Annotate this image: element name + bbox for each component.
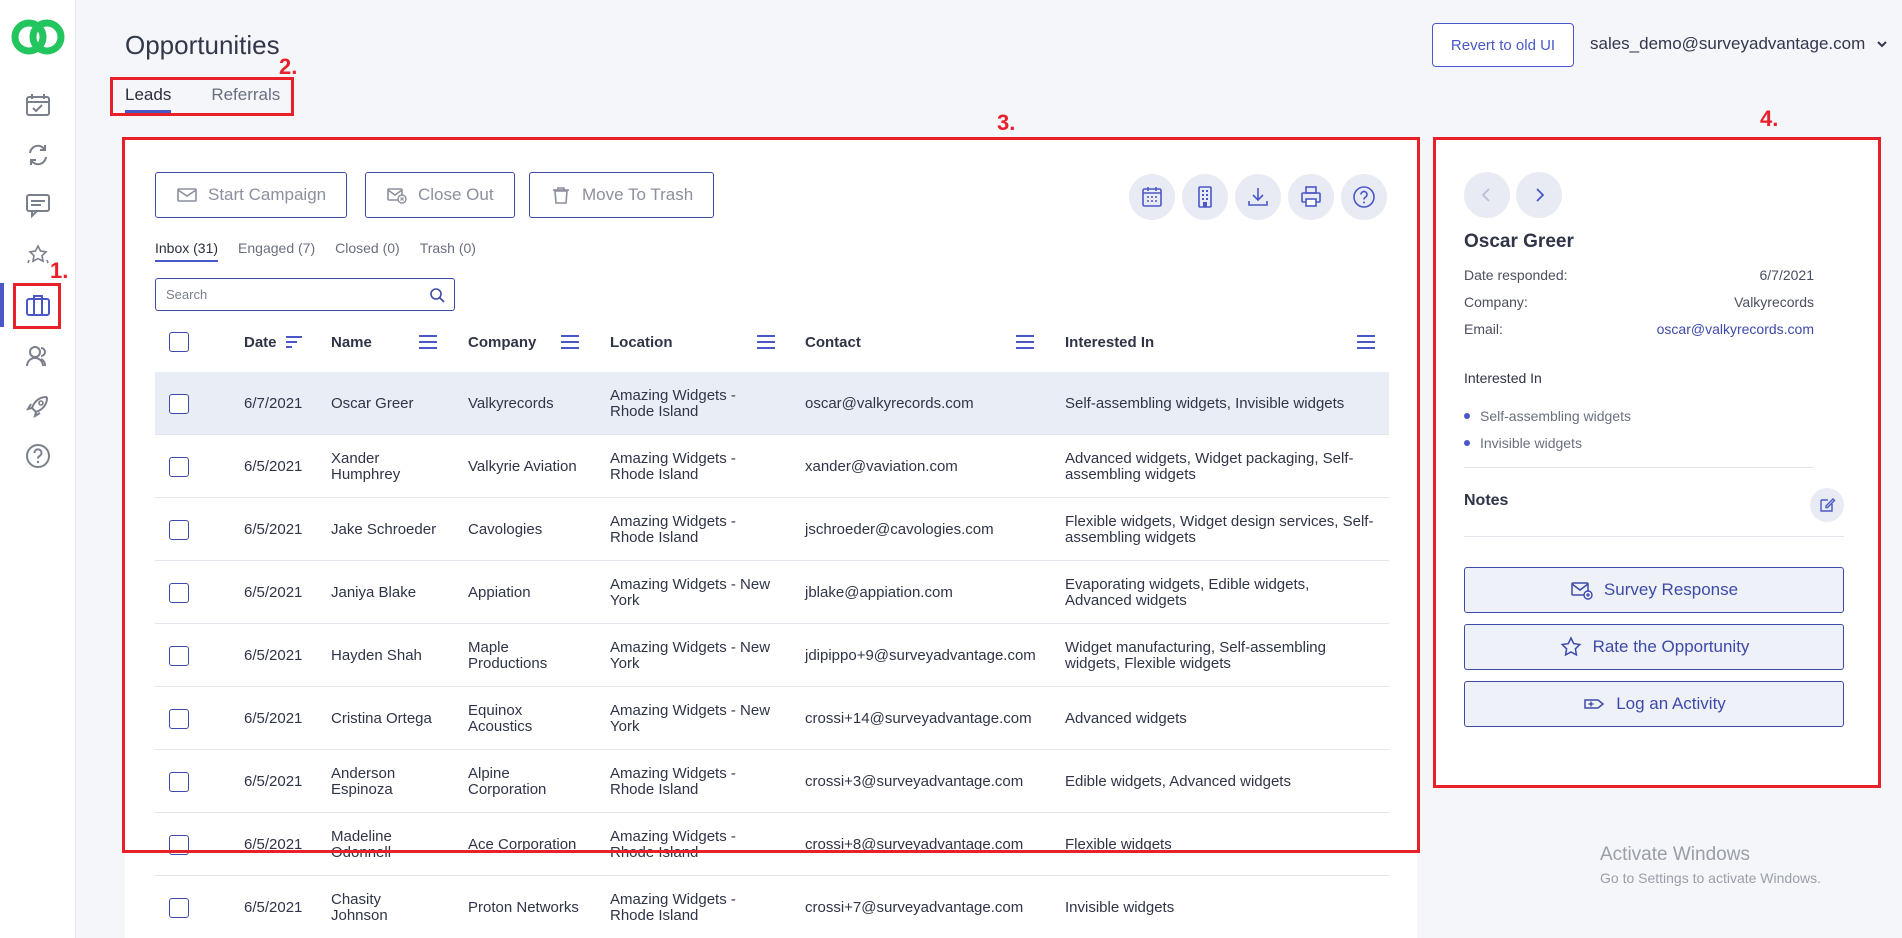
- sidebar-item-sync[interactable]: [0, 133, 76, 177]
- tab-referrals[interactable]: Referrals: [211, 85, 280, 113]
- annotation-box-3: [122, 137, 1420, 853]
- watermark-subtitle: Go to Settings to activate Windows.: [1600, 870, 1821, 886]
- annotation-label-2: 2.: [279, 54, 298, 79]
- cell-interested: Invisible widgets: [1065, 898, 1175, 916]
- cell-location: Amazing Widgets - Rhode Island: [610, 890, 736, 924]
- sidebar: [0, 0, 76, 938]
- annotation-label-3: 3.: [997, 110, 1016, 135]
- app-logo-icon[interactable]: [9, 16, 67, 58]
- rocket-icon: [25, 395, 49, 419]
- help-icon: [26, 444, 50, 468]
- row-checkbox[interactable]: [169, 897, 189, 918]
- annotation-box-4: [1433, 137, 1881, 788]
- watermark-title: Activate Windows: [1600, 844, 1750, 865]
- cell-company: Proton Networks: [468, 898, 579, 916]
- sidebar-item-help[interactable]: [0, 434, 76, 478]
- annotation-label-1: 1.: [50, 258, 69, 283]
- annotation-label-4: 4.: [1760, 106, 1779, 131]
- user-email: sales_demo@surveyadvantage.com: [1590, 34, 1866, 53]
- refresh-icon: [29, 144, 47, 166]
- cell-contact: crossi+7@surveyadvantage.com: [805, 898, 1024, 916]
- sidebar-item-launch[interactable]: [0, 384, 76, 428]
- cell-name: Chasity Johnson: [331, 890, 388, 924]
- stars-icon: [27, 244, 49, 264]
- sidebar-item-contacts[interactable]: [0, 334, 76, 378]
- calendar-check-icon: [26, 94, 50, 116]
- windows-activation-watermark: Activate Windows Go to Settings to activ…: [1600, 844, 1821, 886]
- page-tabs: Leads Referrals: [125, 85, 280, 113]
- sidebar-item-calendar[interactable]: [0, 83, 76, 127]
- cell-date: 6/5/2021: [244, 898, 303, 916]
- user-menu[interactable]: sales_demo@surveyadvantage.com: [1590, 34, 1889, 54]
- revert-old-ui-button[interactable]: Revert to old UI: [1432, 23, 1574, 67]
- tab-leads[interactable]: Leads: [125, 85, 172, 113]
- chat-icon: [26, 194, 50, 219]
- table-row[interactable]: 6/5/2021 Chasity Johnson Proton Networks…: [155, 876, 1389, 938]
- annotation-box-1: [13, 283, 61, 329]
- users-icon: [26, 346, 46, 367]
- chevron-down-icon: [1877, 41, 1887, 48]
- sidebar-item-messages[interactable]: [0, 183, 76, 227]
- page-title: Opportunities: [125, 30, 280, 60]
